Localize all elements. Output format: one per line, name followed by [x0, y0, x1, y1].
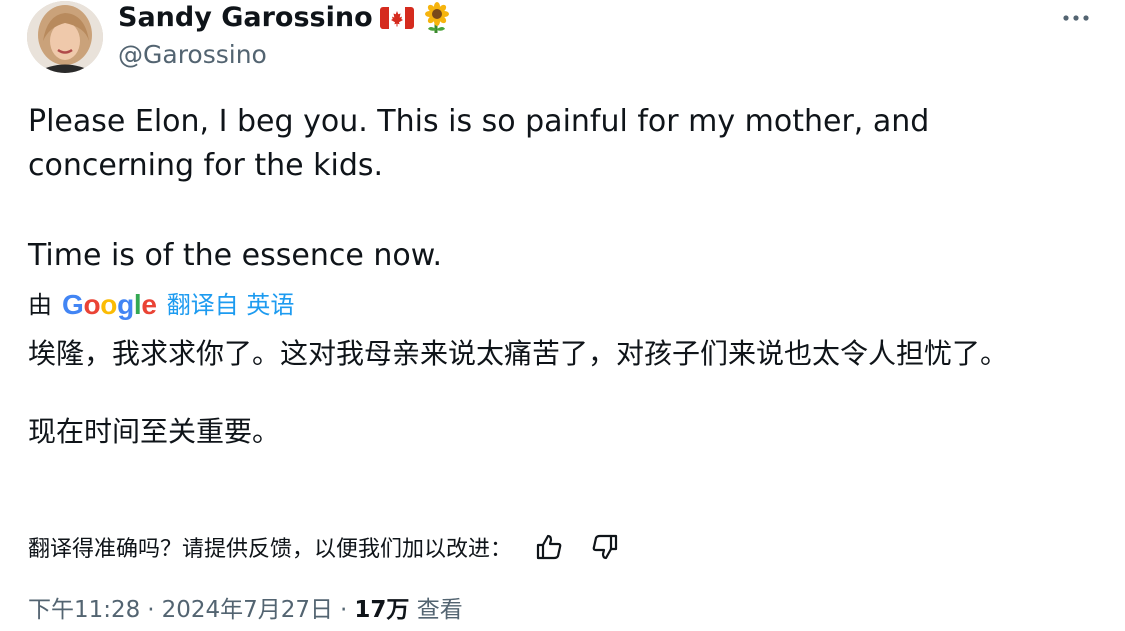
- thumbs-down-button[interactable]: [586, 528, 624, 566]
- translated-text: 埃隆，我求求你了。这对我母亲来说太痛苦了，对孩子们来说也太令人担忧了。 现在时间…: [28, 333, 1098, 453]
- more-options-button[interactable]: [1058, 4, 1094, 32]
- translated-by-prefix: 由: [28, 291, 52, 319]
- tweet-text: Please Elon, I beg you. This is so painf…: [28, 100, 1098, 278]
- feedback-prompt: 翻译得准确吗？请提供反馈，以便我们加以改进：: [28, 537, 513, 562]
- tweet-paragraph: Please Elon, I beg you. This is so painf…: [28, 104, 930, 183]
- display-name[interactable]: Sandy Garossino: [118, 0, 453, 36]
- translation-feedback: 翻译得准确吗？请提供反馈，以便我们加以改进：: [28, 525, 624, 569]
- thumbs-down-icon: [592, 534, 618, 560]
- views-count[interactable]: 17万: [354, 597, 409, 623]
- tweet-paragraph: Time is of the essence now.: [28, 238, 443, 273]
- translation-attribution: 由 Google 翻译自 英语: [28, 285, 294, 325]
- google-logo: Google: [62, 289, 157, 320]
- views-label: 查看: [416, 597, 463, 623]
- sunflower-icon: [421, 2, 453, 34]
- avatar-photo: [27, 1, 103, 73]
- canada-flag-icon: [379, 5, 414, 31]
- user-handle[interactable]: @Garossino: [118, 38, 267, 72]
- translated-paragraph: 埃隆，我求求你了。这对我母亲来说太痛苦了，对孩子们来说也太令人担忧了。: [28, 337, 1009, 370]
- tweet-date[interactable]: 2024年7月27日: [162, 597, 333, 623]
- tweet-meta: 下午11:28 · 2024年7月27日 · 17万 查看: [28, 592, 463, 628]
- avatar[interactable]: [27, 1, 103, 73]
- thumbs-up-button[interactable]: [530, 528, 568, 566]
- meta-separator: ·: [147, 597, 155, 623]
- tweet-time[interactable]: 下午11:28: [28, 597, 140, 623]
- translated-paragraph: 现在时间至关重要。: [28, 415, 281, 448]
- more-horizontal-icon: [1063, 15, 1089, 21]
- display-name-text: Sandy Garossino: [118, 2, 373, 33]
- thumbs-up-icon: [536, 534, 562, 560]
- translated-from-link[interactable]: 翻译自 英语: [167, 285, 295, 325]
- meta-separator: ·: [340, 597, 348, 623]
